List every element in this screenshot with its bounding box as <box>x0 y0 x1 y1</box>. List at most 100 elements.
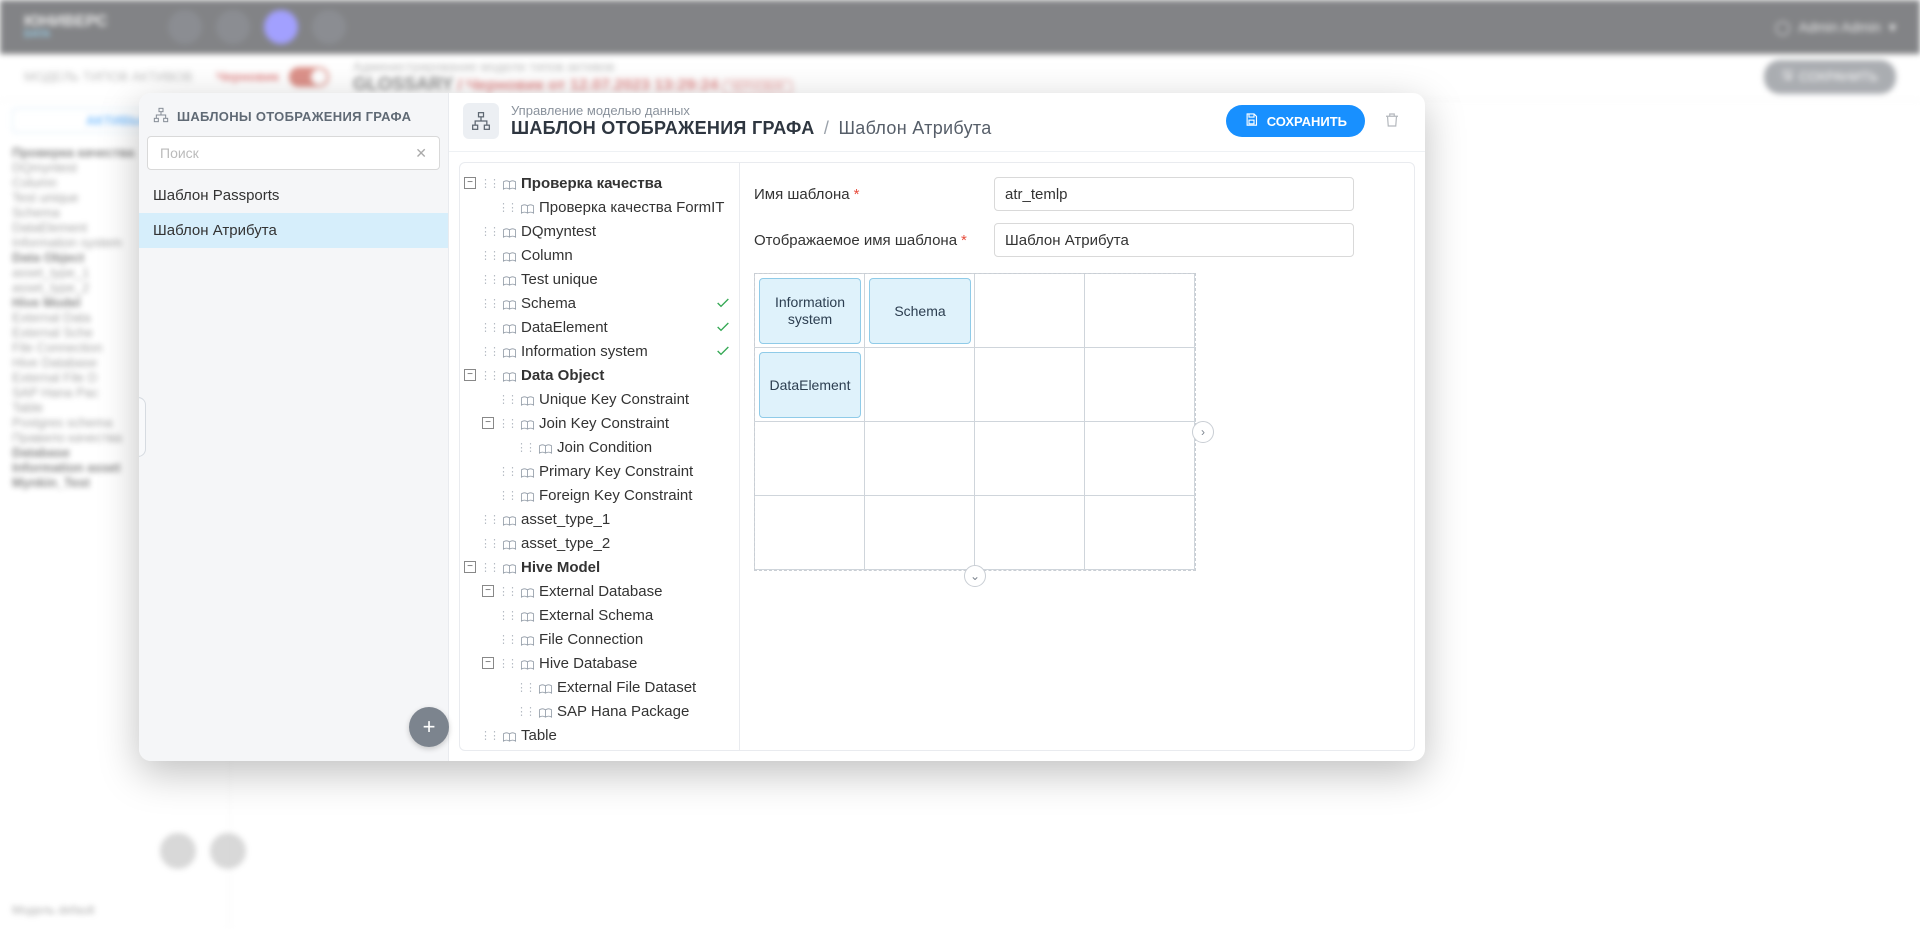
grid-cell[interactable] <box>975 422 1085 496</box>
tree-node[interactable]: ⋮⋮Primary Key Constraint <box>482 459 735 483</box>
book-icon <box>520 490 535 501</box>
drag-handle-icon[interactable]: ⋮⋮ <box>480 225 498 238</box>
drag-handle-icon[interactable]: ⋮⋮ <box>498 633 516 646</box>
drag-handle-icon[interactable]: ⋮⋮ <box>480 561 498 574</box>
tree-node[interactable]: ⋮⋮Schema <box>464 291 735 315</box>
tree-node[interactable]: ⋮⋮Проверка качества FormIT <box>482 195 735 219</box>
collapse-icon[interactable]: − <box>482 657 494 669</box>
tree-node[interactable]: −⋮⋮ External Database <box>482 579 735 603</box>
drag-handle-icon[interactable]: ⋮⋮ <box>516 681 534 694</box>
tree-node[interactable]: −⋮⋮Hive Database <box>482 651 735 675</box>
drag-handle-icon[interactable]: ⋮⋮ <box>480 297 498 310</box>
tree-node[interactable]: ⋮⋮External File Dataset <box>500 675 735 699</box>
tree-node[interactable]: ⋮⋮Unique Key Constraint <box>482 387 735 411</box>
grid-card[interactable]: Information system <box>759 278 861 344</box>
grid-cell[interactable] <box>1085 348 1195 422</box>
tree-node[interactable]: ⋮⋮Join Condition <box>500 435 735 459</box>
grid-cell[interactable] <box>975 274 1085 348</box>
collapse-icon[interactable]: − <box>482 417 494 429</box>
grid-cell[interactable] <box>865 496 975 570</box>
tree-node[interactable]: −⋮⋮Data Object <box>464 363 735 387</box>
tree-node[interactable]: ⋮⋮Table <box>464 723 735 747</box>
drag-handle-icon[interactable]: ⋮⋮ <box>498 657 516 670</box>
grid-cell[interactable]: Information system <box>755 274 865 348</box>
grid-card[interactable]: Schema <box>869 278 971 344</box>
template-list-item[interactable]: Шаблон Атрибута <box>139 213 448 248</box>
drag-handle-icon[interactable]: ⋮⋮ <box>480 249 498 262</box>
template-display-input[interactable] <box>994 223 1354 257</box>
tree-node[interactable]: ⋮⋮asset_type_1 <box>464 507 735 531</box>
tree-node[interactable]: ⋮⋮File Connection <box>482 627 735 651</box>
drag-handle-icon[interactable]: ⋮⋮ <box>480 513 498 526</box>
expand-right-button[interactable]: › <box>1192 421 1214 443</box>
tree-node[interactable]: −⋮⋮Hive Model <box>464 555 735 579</box>
tree-node-label: SAP Hana Package <box>557 703 689 720</box>
grid-cell[interactable] <box>975 348 1085 422</box>
add-template-fab[interactable]: + <box>409 707 449 747</box>
grid-cell[interactable]: Schema <box>865 274 975 348</box>
drag-handle-icon[interactable]: ⋮⋮ <box>480 177 498 190</box>
collapse-icon[interactable]: − <box>464 177 476 189</box>
header-icon-3 <box>264 10 298 44</box>
backdrop-fab-1 <box>160 833 196 869</box>
drag-handle-icon[interactable]: ⋮⋮ <box>498 609 516 622</box>
drag-handle-icon[interactable]: ⋮⋮ <box>516 705 534 718</box>
drag-handle-icon[interactable]: ⋮⋮ <box>480 345 498 358</box>
tree-node[interactable]: −⋮⋮Проверка качества <box>464 171 735 195</box>
tree-node[interactable]: ⋮⋮Information system <box>464 339 735 363</box>
template-list-item[interactable]: Шаблон Passports <box>139 178 448 213</box>
search-clear-button[interactable]: ✕ <box>409 145 433 161</box>
layout-grid[interactable]: Information systemSchemaDataElement <box>754 273 1196 571</box>
tree-node[interactable]: ⋮⋮DQmyntest <box>464 219 735 243</box>
drag-handle-icon[interactable]: ⋮⋮ <box>498 465 516 478</box>
drag-handle-icon[interactable]: ⋮⋮ <box>480 537 498 550</box>
tree-node[interactable]: ⋮⋮Foreign Key Constraint <box>482 483 735 507</box>
grid-cell[interactable] <box>1085 496 1195 570</box>
tree-node[interactable]: ⋮⋮Test unique <box>464 267 735 291</box>
save-button[interactable]: СОХРАНИТЬ <box>1226 105 1365 137</box>
grid-cell[interactable] <box>755 496 865 570</box>
drag-handle-icon[interactable]: ⋮⋮ <box>498 585 516 598</box>
grid-cell[interactable] <box>865 422 975 496</box>
tree-node-label: DataElement <box>521 319 608 336</box>
collapse-icon[interactable]: − <box>482 585 494 597</box>
drag-handle-icon[interactable]: ⋮⋮ <box>480 321 498 334</box>
template-search[interactable]: ✕ <box>147 136 440 170</box>
tree-node-label: External Database <box>539 583 662 600</box>
collapse-handle[interactable] <box>139 397 146 457</box>
drag-handle-icon[interactable]: ⋮⋮ <box>480 273 498 286</box>
grid-cell[interactable] <box>755 422 865 496</box>
book-icon <box>520 610 535 621</box>
tree-node[interactable]: ⋮⋮Column <box>464 243 735 267</box>
drag-handle-icon[interactable]: ⋮⋮ <box>498 417 516 430</box>
draft-toggle-label: Черновик <box>216 69 279 84</box>
collapse-icon[interactable]: − <box>464 369 476 381</box>
book-icon <box>520 394 535 405</box>
drag-handle-icon[interactable]: ⋮⋮ <box>498 489 516 502</box>
grid-cell[interactable] <box>865 348 975 422</box>
grid-cell[interactable] <box>1085 422 1195 496</box>
drag-handle-icon[interactable]: ⋮⋮ <box>498 393 516 406</box>
grid-card[interactable]: DataElement <box>759 352 861 418</box>
tree-node[interactable]: ⋮⋮asset_type_2 <box>464 531 735 555</box>
tree-node[interactable]: ⋮⋮External Schema <box>482 603 735 627</box>
grid-cell[interactable] <box>975 496 1085 570</box>
tree-node[interactable]: −⋮⋮Join Key Constraint <box>482 411 735 435</box>
asset-type-tree[interactable]: −⋮⋮Проверка качества⋮⋮Проверка качества … <box>460 163 740 750</box>
book-icon <box>520 658 535 669</box>
expand-down-button[interactable]: ⌄ <box>964 565 986 587</box>
tree-node[interactable]: ⋮⋮ SAP Hana Package <box>500 699 735 723</box>
drag-handle-icon[interactable]: ⋮⋮ <box>480 369 498 382</box>
drag-handle-icon[interactable]: ⋮⋮ <box>480 729 498 742</box>
graph-template-modal: ШАБЛОНЫ ОТОБРАЖЕНИЯ ГРАФА ✕ Шаблон Passp… <box>139 93 1425 761</box>
template-search-input[interactable] <box>158 144 413 162</box>
drag-handle-icon[interactable]: ⋮⋮ <box>516 441 534 454</box>
template-name-input[interactable] <box>994 177 1354 211</box>
tree-node[interactable]: ⋮⋮Postgres schema <box>464 747 735 750</box>
grid-cell[interactable]: DataElement <box>755 348 865 422</box>
collapse-icon[interactable]: − <box>464 561 476 573</box>
grid-cell[interactable] <box>1085 274 1195 348</box>
tree-node[interactable]: ⋮⋮ DataElement <box>464 315 735 339</box>
drag-handle-icon[interactable]: ⋮⋮ <box>498 201 516 214</box>
delete-button[interactable] <box>1377 110 1407 133</box>
